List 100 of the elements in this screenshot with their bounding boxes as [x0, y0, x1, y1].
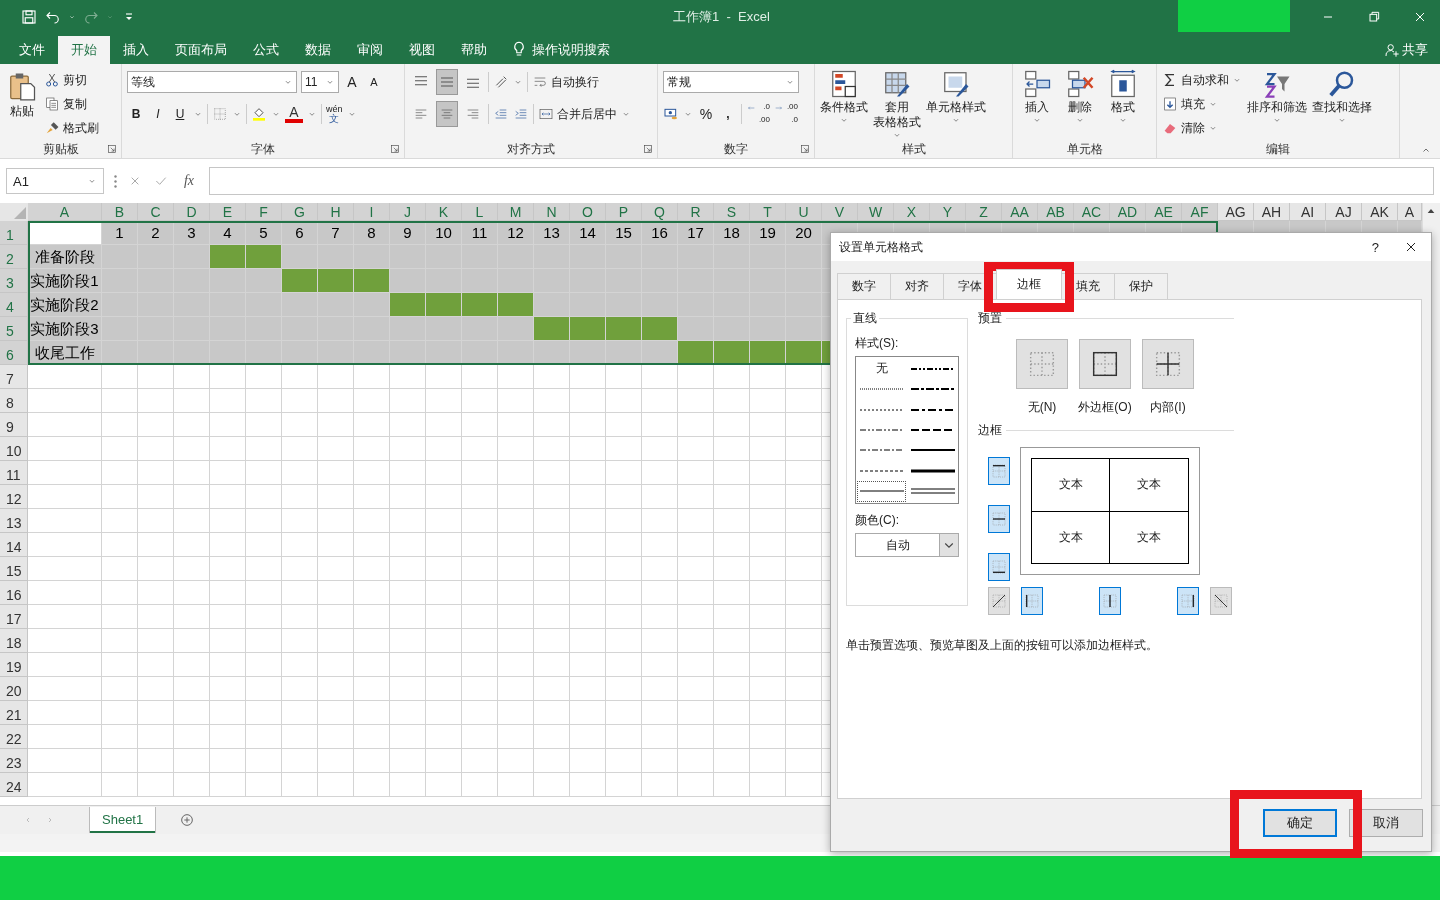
- column-header[interactable]: I: [354, 203, 390, 221]
- row-header[interactable]: 19: [0, 653, 28, 677]
- column-header[interactable]: G: [282, 203, 318, 221]
- decimal-button[interactable]: .0 .00: [746, 101, 770, 127]
- line-style-option[interactable]: 无: [858, 359, 905, 379]
- column-header[interactable]: O: [570, 203, 606, 221]
- row-header[interactable]: 20: [0, 677, 28, 701]
- insert-function-button[interactable]: fx: [179, 173, 199, 189]
- row-header[interactable]: 5: [0, 317, 28, 341]
- column-header[interactable]: AJ: [1326, 203, 1362, 221]
- column-header[interactable]: M: [498, 203, 534, 221]
- border-toggle-button[interactable]: [988, 553, 1010, 581]
- grow-font-button[interactable]: A: [343, 71, 361, 93]
- row-header[interactable]: 7: [0, 365, 28, 389]
- column-header[interactable]: AK: [1362, 203, 1398, 221]
- text-angle-icon[interactable]: [493, 74, 509, 90]
- ribbon-tab[interactable]: 开始: [58, 36, 110, 64]
- dialog-launcher-icon[interactable]: [390, 144, 400, 154]
- preset-button[interactable]: [1142, 339, 1194, 389]
- column-header[interactable]: Y: [930, 203, 966, 221]
- font-size-field[interactable]: 11: [301, 71, 339, 93]
- save-icon[interactable]: [20, 8, 38, 26]
- dialog-launcher-icon[interactable]: [800, 144, 810, 154]
- clipboard-button[interactable]: 格式刷: [44, 117, 99, 139]
- paste-button[interactable]: 粘贴: [5, 69, 39, 122]
- align-button[interactable]: [436, 69, 458, 95]
- border-toggle-button[interactable]: [988, 587, 1010, 615]
- column-header[interactable]: J: [390, 203, 426, 221]
- clipboard-button[interactable]: 复制: [44, 93, 99, 115]
- row-header[interactable]: 11: [0, 461, 28, 485]
- ribbon-tab[interactable]: 数据: [292, 36, 344, 64]
- ribbon-tab[interactable]: 帮助: [448, 36, 500, 64]
- ribbon-tab[interactable]: 页面布局: [162, 36, 240, 64]
- editing-button[interactable]: 清除: [1162, 117, 1242, 139]
- column-header[interactable]: Q: [642, 203, 678, 221]
- align-button[interactable]: [436, 101, 458, 127]
- border-preview[interactable]: 文本 文本 文本 文本: [1020, 447, 1200, 575]
- column-header[interactable]: A: [1398, 203, 1422, 221]
- merge-center-button[interactable]: 合并后居中: [538, 103, 617, 125]
- row-header[interactable]: 23: [0, 749, 28, 773]
- row-header[interactable]: 4: [0, 293, 28, 317]
- ribbon-tab[interactable]: 审阅: [344, 36, 396, 64]
- column-header[interactable]: AE: [1146, 203, 1182, 221]
- caret-icon[interactable]: [68, 13, 76, 21]
- row-header[interactable]: 18: [0, 629, 28, 653]
- dialog-launcher-icon[interactable]: [643, 144, 653, 154]
- border-toggle-button[interactable]: [988, 457, 1010, 485]
- column-header[interactable]: AF: [1182, 203, 1218, 221]
- ribbon-button[interactable]: 格式: [1104, 69, 1142, 125]
- column-header[interactable]: X: [894, 203, 930, 221]
- percent-button[interactable]: %: [697, 103, 715, 125]
- ribbon-button[interactable]: 排序和筛选: [1247, 69, 1307, 125]
- clipboard-button[interactable]: 剪切: [44, 69, 99, 91]
- column-header[interactable]: S: [714, 203, 750, 221]
- row-header[interactable]: 6: [0, 341, 28, 365]
- preset-button[interactable]: [1079, 339, 1131, 389]
- dialog-tab[interactable]: 数字: [837, 273, 891, 299]
- border-toggle-button[interactable]: [1210, 587, 1232, 615]
- column-header[interactable]: B: [102, 203, 138, 221]
- column-header[interactable]: AH: [1254, 203, 1290, 221]
- row-header[interactable]: 14: [0, 533, 28, 557]
- color-dropdown[interactable]: 自动: [855, 533, 959, 557]
- fill-bucket-icon[interactable]: [251, 106, 267, 122]
- row-header[interactable]: 21: [0, 701, 28, 725]
- column-header[interactable]: AB: [1038, 203, 1074, 221]
- column-header[interactable]: AC: [1074, 203, 1110, 221]
- wrap-text-button[interactable]: 自动换行: [532, 71, 599, 93]
- ribbon-tab[interactable]: 视图: [396, 36, 448, 64]
- column-header[interactable]: L: [462, 203, 498, 221]
- share-button[interactable]: 共享: [1384, 36, 1428, 64]
- ribbon-button[interactable]: 查找和选择: [1312, 69, 1372, 125]
- column-header[interactable]: R: [678, 203, 714, 221]
- column-header[interactable]: AG: [1218, 203, 1254, 221]
- column-header[interactable]: AD: [1110, 203, 1146, 221]
- row-header[interactable]: 13: [0, 509, 28, 533]
- increase-indent-icon[interactable]: [513, 106, 529, 122]
- column-header[interactable]: P: [606, 203, 642, 221]
- row-header[interactable]: 22: [0, 725, 28, 749]
- border-icon[interactable]: [212, 106, 228, 122]
- column-header[interactable]: F: [246, 203, 282, 221]
- ribbon-tab[interactable]: 文件: [6, 36, 58, 64]
- decrease-indent-icon[interactable]: [493, 106, 509, 122]
- phonetic-button[interactable]: wén 文: [326, 104, 343, 124]
- row-header[interactable]: 16: [0, 581, 28, 605]
- font-color-button[interactable]: A: [285, 105, 303, 123]
- row-header[interactable]: 10: [0, 437, 28, 461]
- restore-icon[interactable]: [1366, 9, 1382, 25]
- border-toggle-button[interactable]: [1099, 587, 1121, 615]
- row-header[interactable]: 2: [0, 245, 28, 269]
- column-header[interactable]: AI: [1290, 203, 1326, 221]
- ribbon-tab[interactable]: 插入: [110, 36, 162, 64]
- column-header[interactable]: U: [786, 203, 822, 221]
- comma-button[interactable]: ,: [719, 103, 737, 125]
- column-header[interactable]: E: [210, 203, 246, 221]
- dialog-launcher-icon[interactable]: [107, 144, 117, 154]
- column-header[interactable]: W: [858, 203, 894, 221]
- row-header[interactable]: 24: [0, 773, 28, 797]
- bold-button[interactable]: B: [127, 103, 145, 125]
- formula-field[interactable]: [209, 167, 1434, 195]
- sheet-tab[interactable]: Sheet1: [90, 807, 156, 833]
